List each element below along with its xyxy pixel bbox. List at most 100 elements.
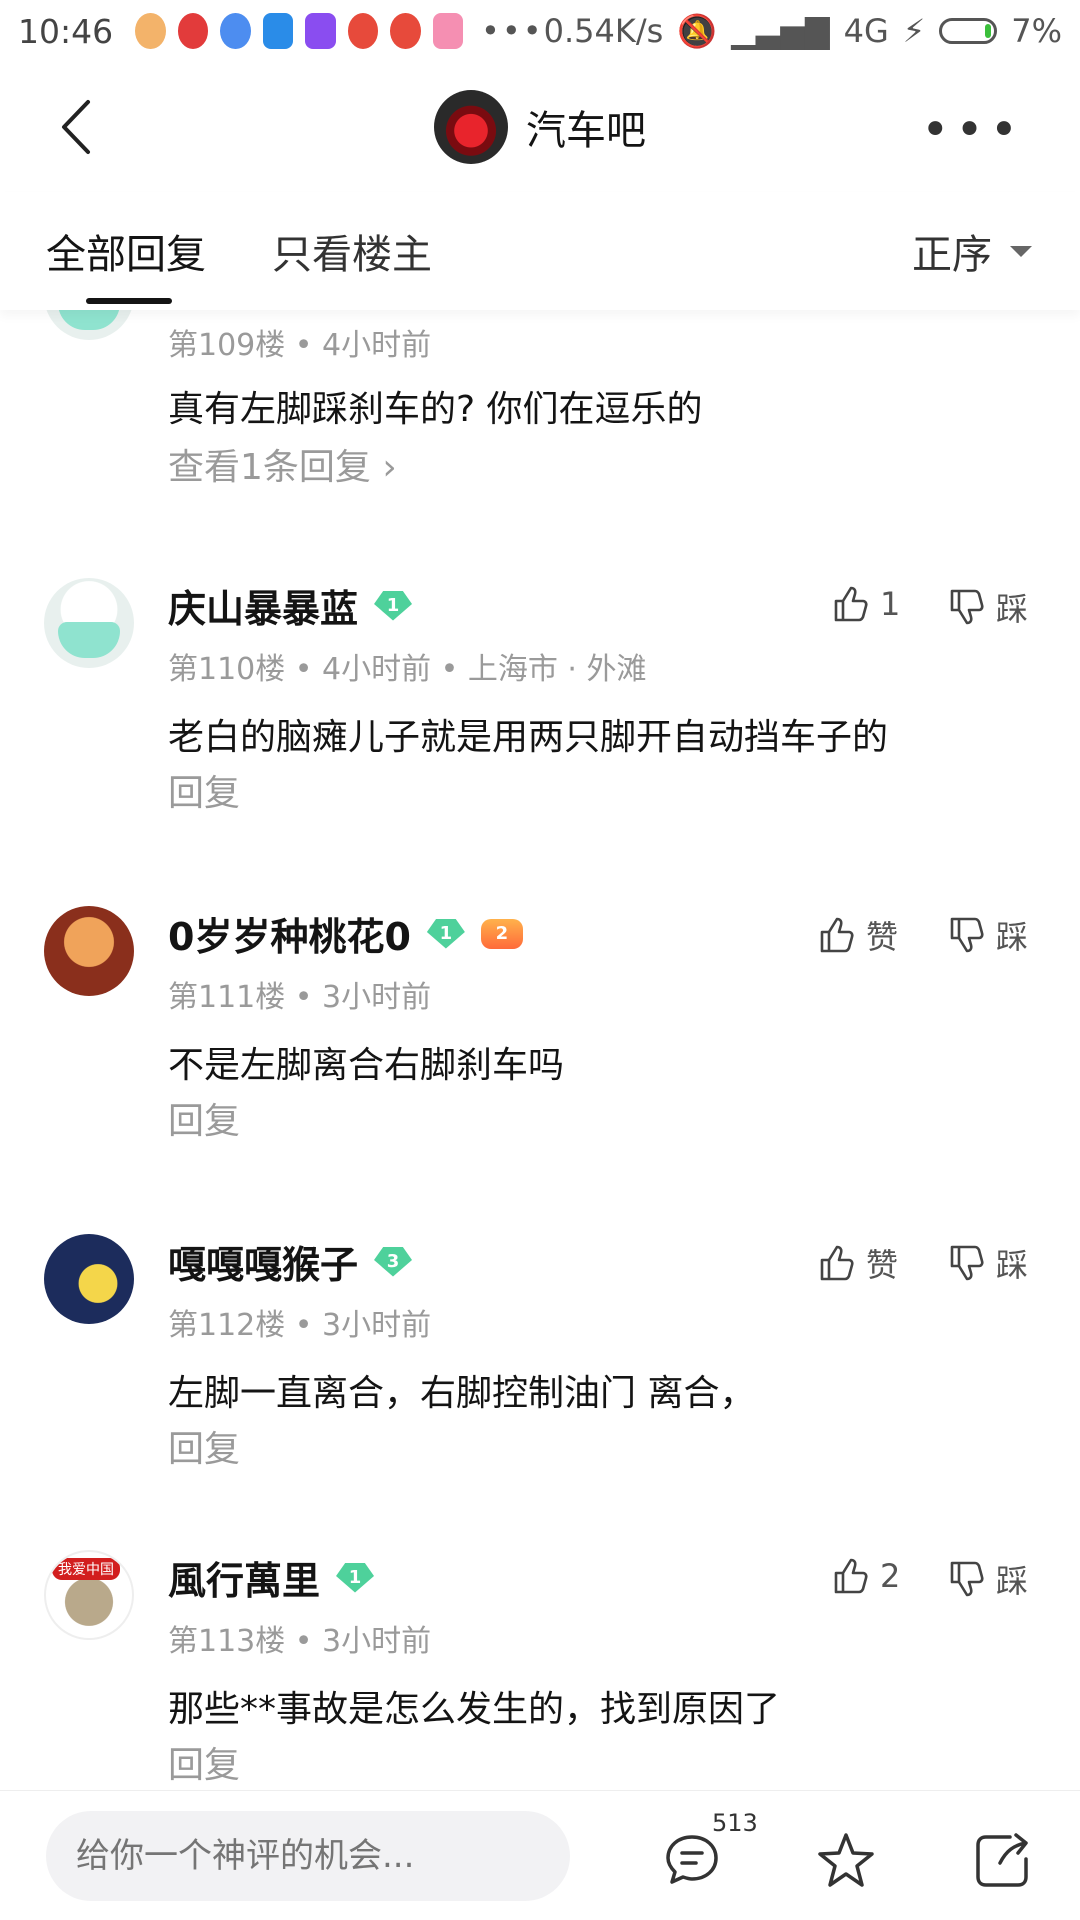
news-app-icon: [262, 13, 294, 49]
thumbs-down-icon: [946, 587, 986, 627]
play-app-icon: [305, 13, 336, 49]
level-badge: 1: [336, 1562, 375, 1593]
comment-count: 513: [712, 1809, 758, 1837]
tab-only-op[interactable]: 只看楼主: [272, 192, 432, 310]
avatar[interactable]: [44, 906, 134, 996]
reply-button[interactable]: 回复: [168, 1092, 240, 1144]
status-right: 0.54K/s 🔕 ▁▃▅▇ 4G ⚡ 7%: [544, 12, 1062, 50]
thumbs-up-icon: [816, 915, 856, 955]
level-badge: 1: [374, 590, 413, 621]
thumbs-up-icon: [816, 1243, 856, 1283]
active-tab-indicator: [86, 298, 172, 304]
like-label: 赞: [866, 1246, 899, 1284]
dislike-label: 踩: [996, 918, 1029, 956]
reply-button[interactable]: 回复: [168, 1736, 240, 1788]
app-notification-icon: [347, 13, 379, 49]
reply-content: 那些**事故是怎么发生的，找到原因了: [168, 1689, 781, 1730]
like-button[interactable]: 赞: [816, 1240, 898, 1286]
status-bar: 10:46 ••• 0.54K/s 🔕 ▁▃▅▇ 4G ⚡ 7%: [0, 0, 1080, 62]
username[interactable]: 嘎嘎嘎猴子: [168, 1234, 358, 1289]
favorite-button[interactable]: [814, 1829, 878, 1893]
comment-input[interactable]: [46, 1811, 570, 1901]
avatar[interactable]: [44, 578, 134, 668]
thumbs-up-icon: [830, 584, 870, 624]
reply-content: 真有左脚踩刹车的? 你们在逗乐的: [168, 389, 703, 430]
reply-item: 我爱中国 風行萬里 1 2 踩 第113楼 • 3小时前 那些**事故是怎么发生…: [0, 1550, 1080, 1790]
level-badge: 1: [426, 918, 465, 949]
charging-icon: ⚡: [902, 12, 926, 50]
thumbs-down-icon: [946, 915, 986, 955]
username[interactable]: 0岁岁种桃花0: [168, 906, 411, 961]
star-icon: [818, 1833, 874, 1887]
like-button[interactable]: 1: [830, 584, 900, 624]
username-row: 0岁岁种桃花0 1 2: [168, 906, 523, 961]
tab-all-replies-label: 全部回复: [46, 232, 206, 278]
share-button[interactable]: [970, 1829, 1034, 1893]
battery-icon: [939, 18, 998, 44]
like-count: 1: [880, 585, 901, 623]
reply-item: 嘎嘎嘎猴子 3 赞 踩 第112楼 • 3小时前 左脚一直离合，右脚控制油门 离…: [0, 1234, 1080, 1554]
avatar[interactable]: [44, 310, 134, 340]
more-options-button[interactable]: •••: [921, 102, 1024, 158]
dislike-label: 踩: [996, 1246, 1029, 1284]
forum-title-link[interactable]: 汽车吧: [434, 90, 646, 164]
game-controller-badge-icon: 2: [480, 918, 523, 949]
bilibili-app-icon: [432, 13, 463, 49]
comments-button[interactable]: [660, 1829, 724, 1893]
floor-time: 第113楼 • 3小时前: [168, 1624, 432, 1659]
reply-item: 庆山暴暴蓝 1 1 踩 第110楼 • 4小时前 • 上海市 · 外滩 老白的脑…: [0, 578, 1080, 898]
floor-time: 第112楼 • 3小时前: [168, 1308, 432, 1343]
more-notifications-icon: •••: [480, 12, 544, 50]
reply-content: 老白的脑瘫儿子就是用两只脚开自动挡车子的: [168, 717, 889, 758]
video-app-icon: [220, 13, 251, 49]
sort-order-label: 正序: [912, 232, 992, 278]
dislike-button[interactable]: 踩: [946, 912, 1028, 958]
view-replies-link[interactable]: 查看1条回复 ›: [168, 438, 397, 490]
avatar[interactable]: [44, 1234, 134, 1324]
status-time: 10:46: [18, 11, 114, 51]
reply-tabs: 全部回复 只看楼主 正序: [0, 192, 1080, 310]
mute-icon: 🔕: [677, 12, 718, 50]
sort-order-dropdown[interactable]: 正序: [912, 222, 1032, 280]
bottom-bar: 513: [0, 1790, 1080, 1920]
back-button[interactable]: [58, 92, 118, 162]
level-badge: 3: [374, 1246, 413, 1277]
tab-only-op-label: 只看楼主: [272, 232, 432, 278]
like-button[interactable]: 赞: [816, 912, 898, 958]
dislike-label: 踩: [996, 590, 1029, 628]
reply-content: 不是左脚离合右脚刹车吗: [168, 1045, 565, 1086]
avatar[interactable]: 我爱中国: [44, 1550, 134, 1640]
floor-time: 第110楼 • 4小时前 • 上海市 · 外滩: [168, 652, 647, 687]
forum-avatar: [434, 90, 508, 164]
dislike-button[interactable]: 踩: [946, 584, 1028, 630]
dislike-button[interactable]: 踩: [946, 1556, 1028, 1602]
thumbs-up-icon: [830, 1556, 870, 1596]
reply-button[interactable]: 回复: [168, 764, 240, 816]
username[interactable]: 庆山暴暴蓝: [168, 578, 358, 633]
reply-content: 左脚一直离合，右脚控制油门 离合，: [168, 1373, 756, 1414]
reply-button[interactable]: 回复: [168, 1420, 240, 1472]
share-icon: [976, 1833, 1028, 1887]
like-button[interactable]: 2: [830, 1556, 900, 1596]
app-notification-icon: [390, 13, 421, 49]
reply-list[interactable]: 第109楼 • 4小时前 真有左脚踩刹车的? 你们在逗乐的 查看1条回复 › 庆…: [0, 310, 1080, 1790]
avatar-tag: 我爱中国: [52, 1558, 120, 1580]
username[interactable]: 風行萬里: [168, 1550, 320, 1605]
reply-item: 0岁岁种桃花0 1 2 赞 踩 第111楼 • 3小时前 不是左脚离合右脚刹车吗…: [0, 906, 1080, 1226]
caret-down-icon: [1010, 245, 1032, 257]
dislike-button[interactable]: 踩: [946, 1240, 1028, 1286]
comment-icon: [666, 1835, 718, 1884]
tab-all-replies[interactable]: 全部回复: [46, 192, 206, 310]
username-row: 風行萬里 1: [168, 1550, 375, 1605]
network-type: 4G: [843, 12, 889, 50]
app-notification-icon: [135, 13, 166, 49]
app-notification-icon: [177, 13, 209, 49]
floor-time: 第109楼 • 4小时前: [168, 328, 432, 363]
chevron-left-icon: [62, 100, 90, 154]
signal-icon: ▁▃▅▇: [731, 12, 830, 50]
username-row: 嘎嘎嘎猴子 3: [168, 1234, 413, 1289]
username-row: 庆山暴暴蓝 1: [168, 578, 413, 633]
header: 汽车吧 •••: [0, 62, 1080, 192]
floor-time: 第111楼 • 3小时前: [168, 980, 432, 1015]
thumbs-down-icon: [946, 1243, 986, 1283]
